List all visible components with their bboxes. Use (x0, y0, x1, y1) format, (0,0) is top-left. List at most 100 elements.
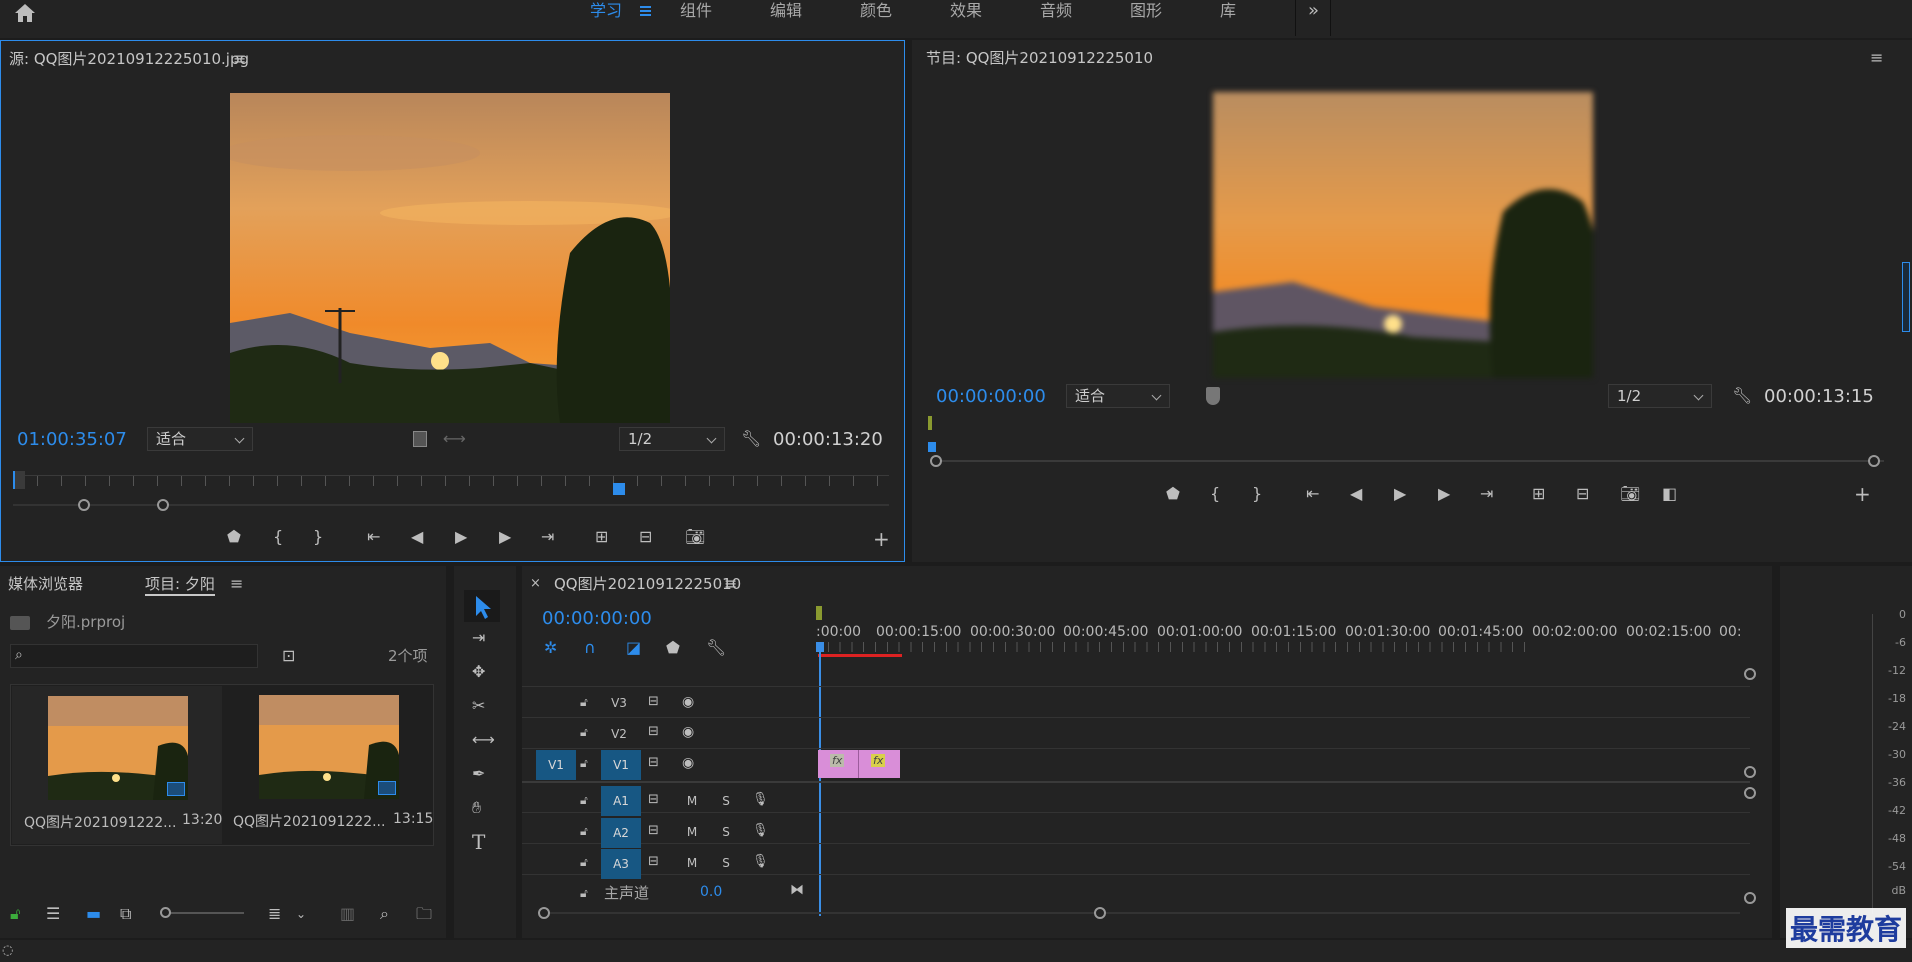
export-frame-icon[interactable]: 📷︎ (1620, 484, 1640, 504)
home-icon[interactable] (12, 2, 38, 26)
mute-button[interactable]: M (684, 821, 700, 843)
video-scroll-top[interactable] (1744, 668, 1756, 680)
type-tool-icon[interactable]: T (472, 832, 485, 852)
sort-icon[interactable]: ≣ (268, 904, 281, 924)
list-item[interactable]: QQ图片2021091222... 13:20 (12, 686, 222, 844)
wrench-icon[interactable]: 🔧︎ (1732, 386, 1752, 406)
close-icon[interactable]: × (530, 574, 541, 594)
overwrite-icon[interactable]: ⊟ (639, 527, 652, 547)
in-marker[interactable] (13, 471, 25, 489)
microphone-icon[interactable]: 🎙︎ (752, 821, 769, 841)
lock-icon[interactable]: 🔓︎ (580, 883, 588, 903)
step-back-icon[interactable]: ◀︎ (411, 527, 423, 547)
solo-button[interactable]: S (718, 852, 734, 874)
search-input[interactable]: ⌕ (10, 644, 258, 668)
wrench-icon[interactable]: 🔧︎ (741, 429, 761, 449)
add-button-icon[interactable]: + (1854, 484, 1871, 504)
play-icon[interactable]: ▶︎ (1394, 484, 1406, 504)
panel-menu-icon[interactable]: ≡ (233, 49, 246, 69)
step-back-icon[interactable]: ◀︎ (1350, 484, 1362, 504)
add-marker-icon[interactable]: ⬟ (227, 527, 241, 547)
timeline-timecode[interactable]: 00:00:00:00 (542, 608, 652, 629)
play-icon[interactable]: ▶︎ (455, 527, 467, 547)
scroll-handle-right[interactable] (1094, 907, 1106, 919)
tab-workspace-editing[interactable]: 编辑 (770, 0, 802, 24)
track-label-v1[interactable]: V1 (601, 750, 641, 780)
tab-workspace-learn[interactable]: 学习 (590, 0, 622, 24)
lock-icon[interactable]: 🔓︎ (580, 753, 588, 773)
freeform-view-icon[interactable]: ⧉ (120, 904, 131, 924)
drag-video-icon[interactable] (413, 431, 427, 447)
panel-menu-icon[interactable]: ≡ (724, 574, 737, 594)
panel-menu-icon[interactable]: ≡ (230, 574, 243, 594)
master-volume-value[interactable]: 0.0 (700, 884, 722, 900)
track-label-a1[interactable]: A1 (601, 786, 641, 816)
extract-icon[interactable]: ⊟ (1576, 484, 1589, 504)
mark-out-icon[interactable]: } (1252, 484, 1262, 504)
audio-scroll-bottom[interactable] (1744, 892, 1756, 904)
tab-workspace-graphics[interactable]: 图形 (1130, 0, 1162, 24)
new-bin-folder-icon[interactable]: 🗀︎ (416, 904, 432, 924)
add-button-icon[interactable]: + (873, 529, 890, 549)
zoom-handle-right[interactable] (1868, 455, 1880, 467)
linked-selection-icon[interactable]: ◪ (626, 638, 641, 658)
icon-view-icon[interactable]: ▬ (86, 904, 101, 924)
slip-icon[interactable]: ⟷ (472, 730, 495, 750)
hand-icon[interactable]: ✋︎ (472, 798, 481, 818)
scroll-handle-left[interactable] (538, 907, 550, 919)
program-playhead[interactable] (928, 442, 936, 452)
source-playhead[interactable] (613, 483, 625, 495)
sync-lock-icon[interactable]: ⊟ (648, 790, 659, 810)
track-label-v3[interactable]: V3 (606, 692, 632, 714)
comparison-view-icon[interactable]: ◧ (1662, 484, 1677, 504)
nest-icon[interactable]: ✲ (544, 638, 557, 658)
list-view-icon[interactable]: ☰ (46, 904, 60, 924)
program-resolution-dropdown[interactable]: 1/2 (1608, 384, 1712, 408)
microphone-icon[interactable]: 🎙︎ (752, 852, 769, 872)
track-label-a3[interactable]: A3 (601, 849, 641, 879)
chevron-double-right-icon[interactable]: » (1308, 1, 1319, 21)
go-to-out-icon[interactable]: ⇥ (541, 527, 554, 547)
audio-scroll-top[interactable] (1744, 787, 1756, 799)
mark-in-icon[interactable]: { (273, 527, 283, 547)
sync-lock-icon[interactable]: ⊟ (648, 821, 659, 841)
track-label-a2[interactable]: A2 (601, 818, 641, 848)
wrench-icon[interactable]: 🔧︎ (706, 638, 726, 658)
lock-icon[interactable]: 🔓︎ (580, 692, 588, 712)
source-patch-v1[interactable]: V1 (536, 750, 576, 780)
mark-in-icon[interactable]: { (1210, 484, 1220, 504)
new-bin-icon[interactable]: ⊡ (282, 646, 295, 666)
find-icon[interactable]: ⌕ (380, 904, 389, 924)
zoom-handle-right[interactable] (157, 499, 169, 511)
track-label-v2[interactable]: V2 (606, 723, 632, 745)
insert-icon[interactable]: ⊞ (595, 527, 608, 547)
mute-button[interactable]: M (684, 790, 700, 812)
solo-button[interactable]: S (718, 790, 734, 812)
program-zoom-dropdown[interactable]: 适合 (1066, 384, 1170, 408)
program-timecode[interactable]: 00:00:00:00 (936, 386, 1046, 407)
sync-lock-icon[interactable]: ⊟ (648, 852, 659, 872)
program-zoom-bar[interactable] (934, 460, 1884, 462)
go-to-in-icon[interactable]: ⇤ (367, 527, 380, 547)
solo-button[interactable]: S (718, 821, 734, 843)
lock-icon[interactable]: 🔓︎ (580, 852, 588, 872)
selection-tool[interactable] (464, 590, 500, 622)
go-to-in-icon[interactable]: ⇤ (1306, 484, 1319, 504)
tab-workspace-audio[interactable]: 音频 (1040, 0, 1072, 24)
drag-audio-icon[interactable]: ⟷ (443, 429, 466, 449)
source-resolution-dropdown[interactable]: 1/2 (619, 427, 725, 451)
lock-icon[interactable]: 🔓︎ (580, 821, 588, 841)
go-to-out-icon[interactable]: ⇥ (1480, 484, 1493, 504)
go-to-end-icon[interactable]: ⧓ (790, 880, 804, 900)
export-frame-icon[interactable]: 📷︎ (685, 527, 705, 547)
add-marker-icon[interactable]: ⬟ (666, 638, 680, 658)
sync-lock-icon[interactable]: ⊟ (648, 692, 659, 712)
step-forward-icon[interactable]: ▶︎ (1438, 484, 1450, 504)
source-zoom-dropdown[interactable]: 适合 (147, 427, 253, 451)
tab-project[interactable]: 项目: 夕阳 (145, 574, 215, 596)
pen-icon[interactable]: ✒︎ (472, 764, 485, 784)
step-forward-icon[interactable]: ▶︎ (499, 527, 511, 547)
eye-icon[interactable]: ◉ (682, 753, 694, 773)
lock-icon[interactable]: 🔓︎ (580, 722, 588, 742)
tab-workspace-library[interactable]: 库 (1220, 0, 1236, 24)
